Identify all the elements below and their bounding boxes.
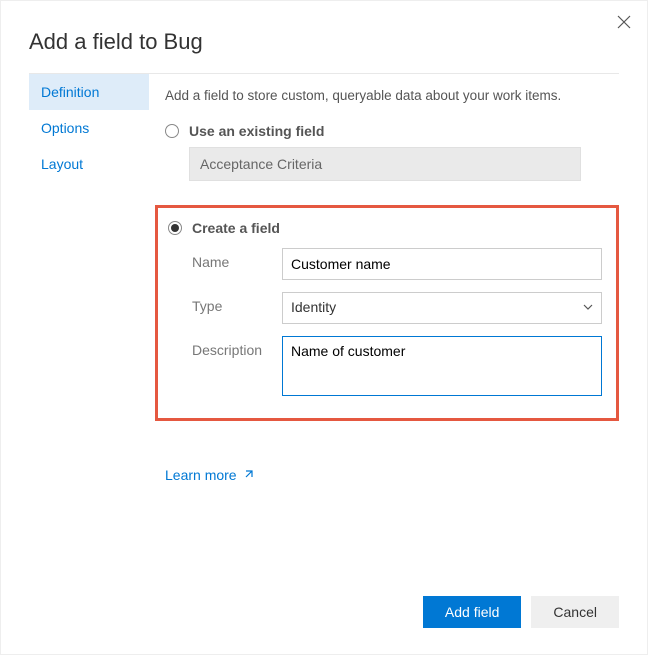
content-pane: Add a field to store custom, queryable d… [149,73,619,483]
sidebar-item-label: Definition [41,84,99,100]
sidebar: Definition Options Layout [29,73,149,483]
sidebar-item-layout[interactable]: Layout [29,146,149,182]
sidebar-item-label: Layout [41,156,83,172]
learn-more-link[interactable]: Learn more [165,467,255,483]
sidebar-item-definition[interactable]: Definition [29,74,149,110]
highlight-create-field: Create a field Name Type Identity [155,205,619,421]
existing-field-select[interactable]: Acceptance Criteria [189,147,581,181]
type-value: Identity [291,299,336,315]
type-label: Type [192,292,282,314]
external-link-icon [243,467,255,483]
intro-text: Add a field to store custom, queryable d… [165,88,619,103]
name-input[interactable] [282,248,602,280]
learn-more-text: Learn more [165,467,237,483]
option-create-label: Create a field [192,220,280,236]
description-label: Description [192,336,282,358]
add-field-button[interactable]: Add field [423,596,521,628]
dialog-title: Add a field to Bug [1,1,647,73]
name-label: Name [192,248,282,270]
existing-field-value: Acceptance Criteria [200,156,322,172]
description-input[interactable] [282,336,602,396]
radio-create[interactable] [168,221,182,235]
close-icon[interactable] [617,15,631,34]
sidebar-item-label: Options [41,120,89,136]
type-select[interactable]: Identity [282,292,602,324]
radio-existing[interactable] [165,124,179,138]
dialog-footer: Add field Cancel [423,596,619,628]
option-existing-label: Use an existing field [189,123,324,139]
dialog-add-field: Add a field to Bug Definition Options La… [0,0,648,655]
option-existing: Use an existing field Acceptance Criteri… [165,117,619,193]
sidebar-item-options[interactable]: Options [29,110,149,146]
cancel-button[interactable]: Cancel [531,596,619,628]
